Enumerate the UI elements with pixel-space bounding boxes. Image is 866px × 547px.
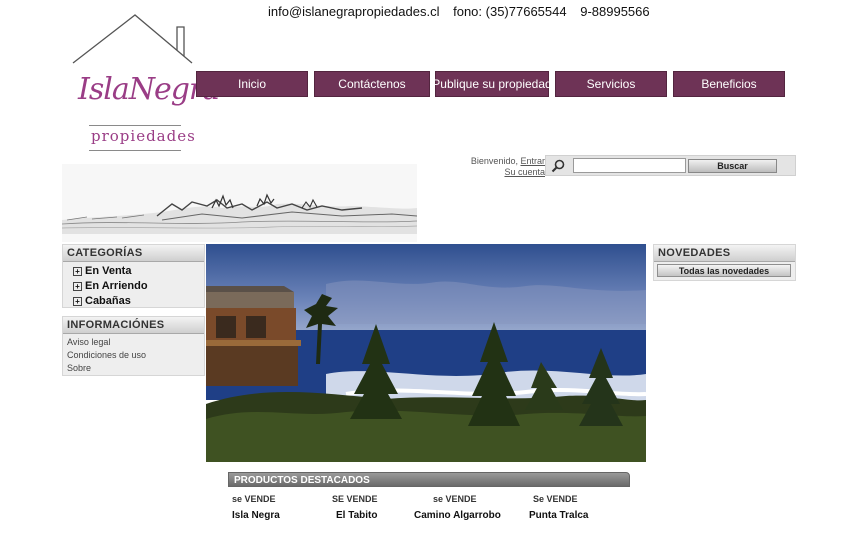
- contact-email: info@islanegrapropiedades.cl: [268, 4, 440, 19]
- logo-divider-top: [89, 125, 181, 126]
- search-icon[interactable]: [551, 159, 565, 173]
- category-label: En Arriendo: [85, 280, 148, 292]
- search-input[interactable]: [573, 158, 686, 173]
- product-el-tabito[interactable]: El Tabito: [336, 510, 377, 521]
- info-condiciones[interactable]: Condiciones de uso: [63, 349, 204, 362]
- featured-title: PRODUCTOS DESTACADOS: [228, 472, 630, 487]
- expand-icon[interactable]: +: [73, 267, 82, 276]
- login-link[interactable]: Entrar: [520, 156, 545, 166]
- product-tag: Se VENDE: [533, 494, 578, 504]
- product-tag: SE VENDE: [332, 494, 378, 504]
- product-tag: se VENDE: [232, 494, 276, 504]
- info-sobre[interactable]: Sobre: [63, 362, 204, 375]
- nav-contactenos[interactable]: Contáctenos: [314, 71, 430, 97]
- category-en-arriendo[interactable]: + En Arriendo: [63, 279, 204, 294]
- info-aviso-legal[interactable]: Aviso legal: [63, 336, 204, 349]
- contact-mobile: 9-88995566: [580, 4, 650, 19]
- all-news-button[interactable]: Todas las novedades: [657, 264, 791, 277]
- welcome-box: Bienvenido, Entrar Su cuenta: [440, 156, 545, 178]
- nav-inicio[interactable]: Inicio: [196, 71, 308, 97]
- category-en-venta[interactable]: + En Venta: [63, 264, 204, 279]
- account-link[interactable]: Su cuenta: [504, 167, 545, 177]
- info-title: INFORMACIÓNES: [63, 317, 204, 334]
- search-button[interactable]: Buscar: [688, 159, 777, 173]
- logo-subtitle: propiedades: [91, 127, 196, 145]
- product-camino-algarrobo[interactable]: Camino Algarrobo: [414, 510, 501, 521]
- coast-photo: [206, 244, 646, 462]
- coast-sketch-image: [62, 164, 417, 242]
- product-isla-negra[interactable]: Isla Negra: [232, 510, 280, 521]
- nav-servicios[interactable]: Servicios: [555, 71, 667, 97]
- expand-icon[interactable]: +: [73, 282, 82, 291]
- category-label: Cabañas: [85, 295, 131, 307]
- product-tag: se VENDE: [433, 494, 477, 504]
- info-panel: INFORMACIÓNES Aviso legal Condiciones de…: [62, 316, 205, 376]
- categories-title: CATEGORÍAS: [63, 245, 204, 262]
- contact-phone: fono: (35)77665544: [453, 4, 567, 19]
- nav-beneficios[interactable]: Beneficios: [673, 71, 785, 97]
- expand-icon[interactable]: +: [73, 297, 82, 306]
- nav-publique[interactable]: Publique su propiedad: [432, 71, 552, 97]
- contact-line: info@islanegrapropiedades.cl fono: (35)7…: [268, 4, 660, 19]
- category-label: En Venta: [85, 265, 132, 277]
- logo-divider-bottom: [89, 150, 181, 151]
- category-cabanas[interactable]: + Cabañas: [63, 294, 204, 309]
- welcome-text: Bienvenido,: [470, 156, 518, 166]
- product-punta-tralca[interactable]: Punta Tralca: [529, 510, 588, 521]
- news-title: NOVEDADES: [654, 245, 795, 262]
- categories-panel: CATEGORÍAS + En Venta + En Arriendo + Ca…: [62, 244, 205, 308]
